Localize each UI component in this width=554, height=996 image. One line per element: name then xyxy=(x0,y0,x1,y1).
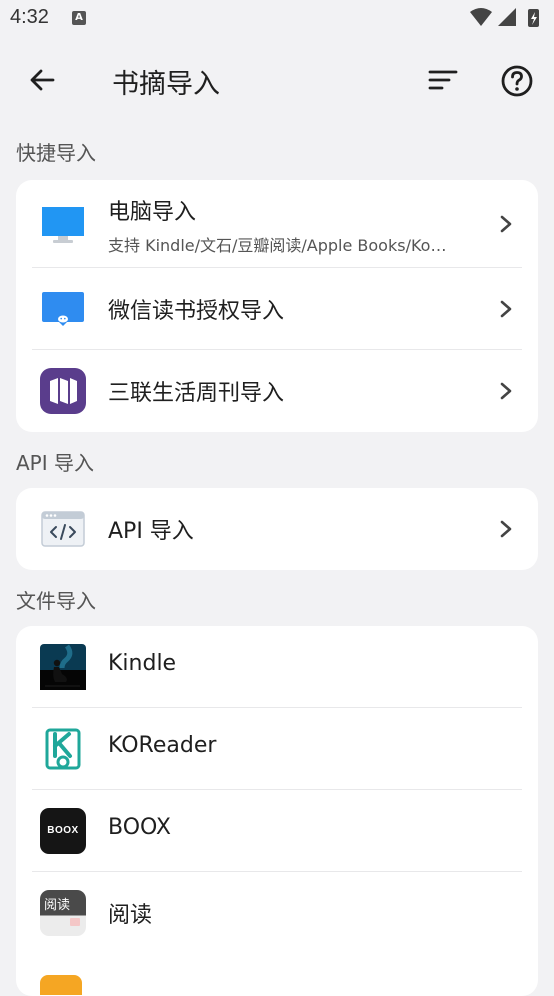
notification-icon: A xyxy=(72,11,86,25)
signal-icon xyxy=(498,8,516,26)
status-bar: 4:32 A xyxy=(0,0,554,38)
page-title: 书摘导入 xyxy=(112,69,220,100)
boox-icon: BOOX xyxy=(40,808,86,854)
list-item-koreader[interactable]: KOReader xyxy=(16,708,538,790)
list-item-label: BOOX xyxy=(108,815,172,840)
quick-import-card: 电脑导入 支持 Kindle/文石/豆瓣阅读/Apple Books/Ko… 微… xyxy=(16,180,538,432)
yuedu-icon: 阅读 xyxy=(40,890,86,936)
wechat-read-icon xyxy=(42,292,84,326)
list-item-sanlian-import[interactable]: 三联生活周刊导入 xyxy=(16,350,538,432)
chevron-right-icon xyxy=(500,300,512,318)
chevron-right-icon xyxy=(500,382,512,400)
chevron-right-icon xyxy=(500,520,512,538)
list-item-label: Kindle xyxy=(108,651,177,676)
list-item-boox[interactable]: BOOX BOOX xyxy=(16,790,538,872)
kindle-icon xyxy=(40,644,86,690)
list-item-api-import[interactable]: API 导入 xyxy=(16,488,538,570)
code-window-icon xyxy=(41,511,85,547)
api-import-card: API 导入 xyxy=(16,488,538,570)
chevron-right-icon xyxy=(500,215,512,233)
sort-button[interactable] xyxy=(422,60,462,100)
list-item-subtitle: 支持 Kindle/文石/豆瓣阅读/Apple Books/Ko… xyxy=(108,236,447,255)
list-item-wechat-read-import[interactable]: 微信读书授权导入 xyxy=(16,268,538,350)
list-item-label: KOReader xyxy=(108,733,217,758)
list-item-computer-import[interactable]: 电脑导入 支持 Kindle/文石/豆瓣阅读/Apple Books/Ko… xyxy=(16,180,538,268)
list-item-kindle[interactable]: Kindle xyxy=(16,626,538,708)
status-time: 4:32 xyxy=(10,6,49,28)
list-item-label: 微信读书授权导入 xyxy=(108,299,285,324)
koreader-icon xyxy=(45,728,81,770)
list-item-label: API 导入 xyxy=(108,519,194,544)
sanlian-icon xyxy=(40,368,86,414)
section-header-quick: 快捷导入 xyxy=(16,141,96,165)
list-item-label: 阅读 xyxy=(108,903,153,928)
help-button[interactable] xyxy=(496,60,538,102)
wifi-icon xyxy=(470,8,492,26)
sort-icon xyxy=(428,70,458,90)
list-item-label: 三联生活周刊导入 xyxy=(108,381,285,406)
computer-icon xyxy=(42,207,84,243)
help-icon xyxy=(501,65,533,97)
partial-list-item-icon xyxy=(40,975,82,995)
file-import-card: Kindle KOReader BOOX BOOX 阅读 阅读 xyxy=(16,626,538,996)
list-item-yuedu[interactable]: 阅读 阅读 xyxy=(16,872,538,954)
status-icons xyxy=(470,8,539,27)
app-bar: 书摘导入 xyxy=(0,40,554,120)
back-button[interactable] xyxy=(22,60,62,100)
list-item-label: 电脑导入 xyxy=(108,200,197,225)
section-header-file: 文件导入 xyxy=(16,589,96,613)
section-header-api: API 导入 xyxy=(16,451,94,475)
arrow-left-icon xyxy=(30,69,55,91)
